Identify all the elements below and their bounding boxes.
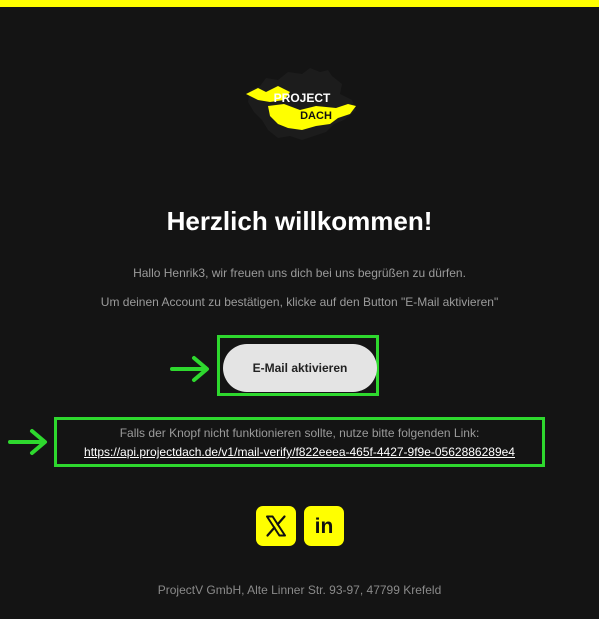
linkedin-social-button[interactable]: in bbox=[304, 506, 344, 546]
logo-line2: DACH bbox=[300, 110, 332, 122]
verify-link-container: https://api.projectdach.de/v1/mail-verif… bbox=[54, 444, 545, 460]
activate-email-button[interactable]: E-Mail aktivieren bbox=[223, 344, 377, 392]
linkedin-icon: in bbox=[314, 514, 334, 538]
project-dach-logo: PROJECT DACH bbox=[244, 66, 360, 142]
x-social-button[interactable] bbox=[256, 506, 296, 546]
welcome-title: Herzlich willkommen! bbox=[166, 206, 433, 236]
x-icon bbox=[266, 515, 286, 537]
instruction-text: Um deinen Account zu bestätigen, klicke … bbox=[100, 295, 499, 309]
greeting-text: Hallo Henrik3, wir freuen uns dich bei u… bbox=[133, 266, 466, 280]
footer-address: ProjectV GmbH, Alte Linner Str. 93-97, 4… bbox=[157, 583, 442, 597]
arrow-right-icon bbox=[170, 355, 212, 383]
logo-line1: PROJECT bbox=[274, 91, 331, 105]
fallback-text: Falls der Knopf nicht funktionieren soll… bbox=[119, 426, 480, 440]
arrow-right-icon bbox=[8, 428, 50, 456]
verify-link[interactable]: https://api.projectdach.de/v1/mail-verif… bbox=[84, 445, 515, 459]
email-page: PROJECT DACH Herzlich willkommen! Hallo … bbox=[0, 0, 599, 619]
top-accent-bar bbox=[0, 0, 599, 7]
